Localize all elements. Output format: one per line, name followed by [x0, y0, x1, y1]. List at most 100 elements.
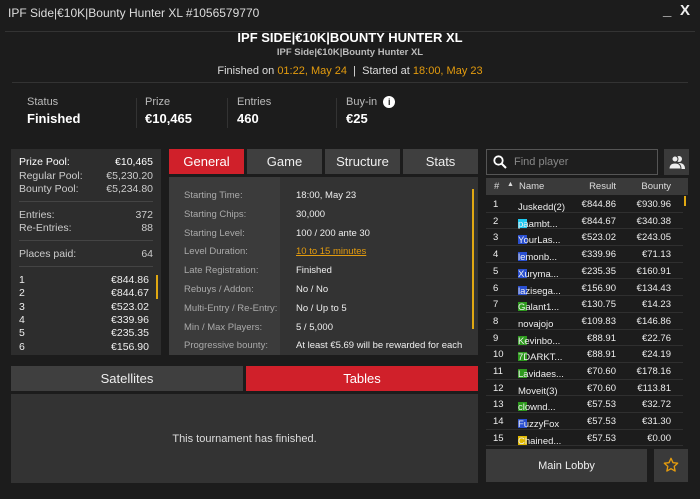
- tab-general[interactable]: General: [169, 149, 244, 174]
- level-duration-link[interactable]: 10 to 15 minutes: [296, 246, 366, 257]
- search-input[interactable]: Find player: [486, 149, 658, 175]
- player-row[interactable]: 4 lemonb... €339.96 €71.13: [486, 246, 683, 263]
- player-name: 7DARKT...: [518, 352, 563, 364]
- search-icon: [493, 155, 507, 169]
- info-icon[interactable]: i: [383, 96, 396, 108]
- player-result: €109.83: [581, 315, 616, 327]
- main-lobby-button[interactable]: Main Lobby: [486, 449, 647, 482]
- prize-pool-value: €10,465: [115, 156, 153, 168]
- player-result: €156.90: [581, 282, 616, 294]
- divider: [136, 98, 137, 128]
- general-label: Starting Chips:: [184, 208, 247, 220]
- player-rank: 10: [493, 349, 504, 361]
- payout-amount: €523.02: [111, 300, 149, 313]
- player-bounty: €178.16: [636, 366, 671, 377]
- player-result: €57.53: [586, 416, 616, 428]
- player-rank: 3: [493, 232, 499, 244]
- player-name: paambt...: [518, 218, 558, 230]
- player-row[interactable]: 11 Lavidaes... €70.60 €178.16: [486, 363, 683, 380]
- player-bounty: €31.30: [641, 416, 671, 428]
- player-name: clownd...: [518, 402, 556, 414]
- payout-place: 5: [19, 327, 25, 340]
- buyin-label: Buy-in: [346, 96, 378, 108]
- general-label: Progressive bounty:: [184, 340, 268, 352]
- player-row[interactable]: 9 Kevinbo... €88.91 €22.76: [486, 330, 683, 347]
- player-row[interactable]: 7 Galant1... €130.75 €14.23: [486, 296, 683, 313]
- player-row[interactable]: 6 lazisega... €156.90 €134.43: [486, 280, 683, 297]
- players-button[interactable]: [664, 149, 689, 175]
- general-label: Starting Level:: [184, 227, 245, 239]
- divider: [12, 82, 688, 83]
- player-row[interactable]: 15 Chained... €57.53 €0.00: [486, 430, 683, 447]
- general-value: At least €5.69 will be rewarded for each: [296, 340, 463, 352]
- tab-structure[interactable]: Structure: [325, 149, 400, 174]
- payout-place: 4: [19, 313, 25, 326]
- general-value: 30,000: [296, 208, 326, 220]
- player-name: lazisega...: [518, 285, 561, 297]
- tournament-subtitle: IPF Side|€10K|Bounty Hunter XL: [276, 47, 424, 58]
- player-row[interactable]: 5 Xuryma... €235.35 €160.91: [486, 263, 683, 280]
- col-name[interactable]: Name: [519, 181, 544, 192]
- tab-stats[interactable]: Stats: [403, 149, 478, 174]
- general-scrollbar[interactable]: [472, 189, 474, 329]
- window-title: IPF Side|€10K|Bounty Hunter XL #10565797…: [8, 6, 260, 20]
- general-label: Multi-Entry / Re-Entry:: [184, 302, 278, 314]
- player-row[interactable]: 8 novajojo €109.83 €146.86: [486, 313, 683, 330]
- player-row[interactable]: 14 FuzzyFox €57.53 €31.30: [486, 413, 683, 430]
- payout-amount: €156.90: [111, 340, 149, 353]
- search-placeholder: Find player: [514, 156, 569, 168]
- player-name: Galant1...: [518, 302, 560, 314]
- stat-status: Status Finished: [27, 96, 81, 126]
- divider: [336, 98, 337, 128]
- player-result: €88.91: [586, 332, 616, 344]
- divider: [19, 201, 153, 202]
- col-result[interactable]: Result: [589, 181, 616, 192]
- tab-game[interactable]: Game: [247, 149, 322, 174]
- player-row[interactable]: 10 7DARKT... €88.91 €24.19: [486, 346, 683, 363]
- payout-row: 6 €156.90: [19, 341, 149, 353]
- general-panel: Starting Time: 18:00, May 23 Starting Chip…: [169, 177, 478, 355]
- player-bounty: €930.96: [636, 199, 671, 210]
- sort-asc-icon: ▲: [507, 181, 514, 188]
- player-row[interactable]: 3 YourLas... €523.02 €243.05: [486, 229, 683, 246]
- player-name: YourLas...: [518, 235, 561, 247]
- player-row[interactable]: 13 clownd... €57.53 €32.72: [486, 396, 683, 413]
- tab-satellites[interactable]: Satellites: [11, 366, 243, 391]
- col-bounty[interactable]: Bounty: [641, 181, 671, 192]
- player-rank: 13: [493, 399, 504, 411]
- stat-prize: Prize €10,465: [145, 96, 192, 126]
- payout-amount: €844.86: [111, 274, 149, 286]
- player-row[interactable]: 2 paambt... €844.67 €340.38: [486, 213, 683, 230]
- player-name: novajojo: [518, 318, 554, 330]
- player-row[interactable]: 1 Juskedd(2) €844.86 €930.96: [486, 196, 683, 213]
- finished-value: 01:22, May 24: [277, 65, 348, 77]
- player-rank: 12: [493, 382, 504, 394]
- player-row[interactable]: 12 Moveit(3) €70.60 €113.81: [486, 380, 683, 397]
- divider: [19, 240, 153, 241]
- tables-panel: This tournament has finished.: [11, 394, 478, 483]
- finished-message: This tournament has finished.: [172, 432, 317, 445]
- players-scrollbar[interactable]: [684, 196, 686, 206]
- player-bounty: €14.23: [641, 299, 671, 311]
- col-rank[interactable]: #: [494, 181, 499, 192]
- prize-pool-label: Prize Pool:: [19, 156, 70, 168]
- divider: [227, 98, 228, 128]
- player-result: €88.91: [586, 349, 616, 361]
- general-value: 100 / 200 ante 30: [296, 227, 370, 239]
- places-paid-label: Places paid:: [19, 248, 77, 260]
- tab-tables[interactable]: Tables: [246, 366, 478, 391]
- general-label: Level Duration:: [184, 246, 248, 258]
- bounty-pool-label: Bounty Pool:: [19, 183, 79, 195]
- minimize-button[interactable]: _: [663, 2, 671, 19]
- favorite-button[interactable]: [654, 449, 688, 482]
- general-value: 18:00, May 23: [296, 190, 357, 201]
- general-value: Finished: [296, 265, 332, 277]
- player-rank: 5: [493, 265, 499, 277]
- payout-amount: €235.35: [111, 327, 149, 340]
- close-button[interactable]: X: [680, 2, 690, 19]
- payout-row: 3 €523.02: [19, 301, 149, 313]
- payouts-scrollbar[interactable]: [156, 275, 158, 299]
- payout-row: 4 €339.96: [19, 314, 149, 326]
- player-rank: 8: [493, 315, 499, 327]
- player-bounty: €113.81: [637, 382, 671, 394]
